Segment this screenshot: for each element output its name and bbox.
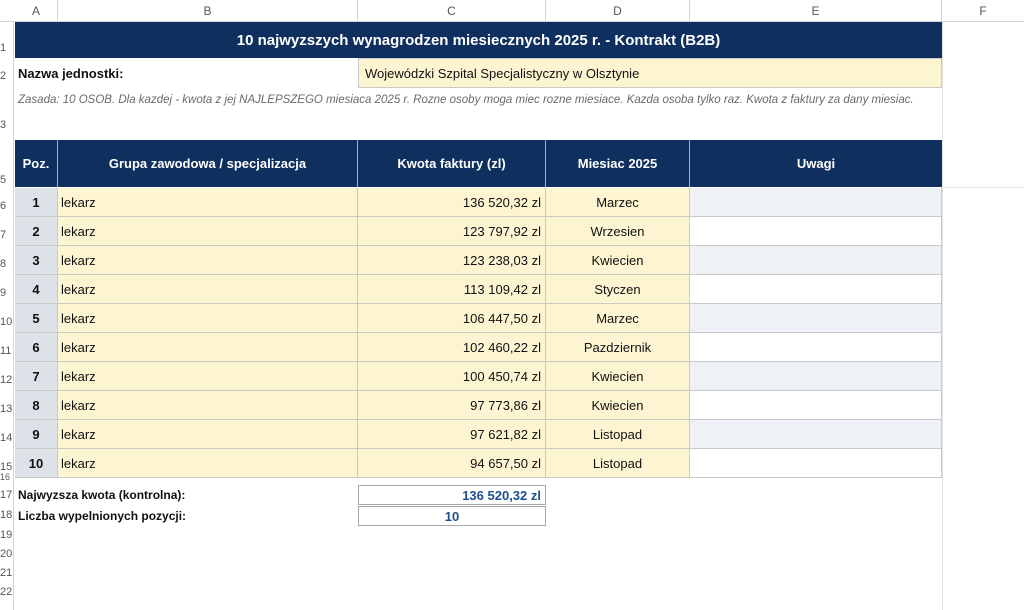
column-header-b[interactable]: B (58, 0, 358, 22)
column-header-c[interactable]: C (358, 0, 546, 22)
cell-group[interactable]: lekarz (58, 246, 358, 275)
rule-note[interactable]: Zasada: 10 OSOB. Dla kazdej - kwota z je… (15, 92, 942, 132)
cell-amount[interactable]: 113 109,42 zl (358, 275, 546, 304)
cell-notes[interactable] (690, 304, 942, 333)
cell-poz[interactable]: 10 (15, 449, 58, 478)
cell-month[interactable]: Pazdziernik (546, 333, 690, 362)
cell-month[interactable]: Marzec (546, 188, 690, 217)
gridline (942, 187, 1024, 188)
cell-notes[interactable] (690, 275, 942, 304)
row-header[interactable]: 14 (0, 428, 14, 448)
row-header[interactable]: 11 (0, 341, 14, 361)
row-header[interactable]: 12 (0, 370, 14, 390)
cell-group[interactable]: lekarz (58, 333, 358, 362)
cell-amount[interactable]: 136 520,32 zl (358, 188, 546, 217)
cell-group[interactable]: lekarz (58, 391, 358, 420)
cell-month[interactable]: Marzec (546, 304, 690, 333)
cell-poz[interactable]: 7 (15, 362, 58, 391)
cell-notes[interactable] (690, 246, 942, 275)
cell-amount[interactable]: 106 447,50 zl (358, 304, 546, 333)
cell-notes[interactable] (690, 449, 942, 478)
cell-month[interactable]: Listopad (546, 449, 690, 478)
max-amount-label[interactable]: Najwyzsza kwota (kontrolna): (15, 485, 358, 505)
cell-notes[interactable] (690, 420, 942, 449)
cell-month[interactable]: Styczen (546, 275, 690, 304)
row-header[interactable]: 20 (0, 546, 14, 562)
column-header-e[interactable]: E (690, 0, 942, 22)
row-header[interactable]: 9 (0, 283, 14, 303)
cell-notes[interactable] (690, 333, 942, 362)
cell-poz[interactable]: 3 (15, 246, 58, 275)
cell-poz[interactable]: 8 (15, 391, 58, 420)
header-poz[interactable]: Poz. (15, 140, 58, 187)
cell-group[interactable]: lekarz (58, 362, 358, 391)
row-header[interactable]: 1 (0, 38, 14, 58)
cell-amount[interactable]: 97 773,86 zl (358, 391, 546, 420)
column-header-f[interactable]: F (942, 0, 1024, 22)
cell-notes[interactable] (690, 391, 942, 420)
unit-name-cell[interactable]: Wojewódzki Szpital Specjalistyczny w Ols… (358, 58, 942, 88)
header-group[interactable]: Grupa zawodowa / specjalizacja (58, 140, 358, 187)
row-header[interactable]: 21 (0, 565, 14, 581)
row-header[interactable]: 19 (0, 527, 14, 543)
row-header[interactable]: 22 (0, 584, 14, 600)
column-header-d[interactable]: D (546, 0, 690, 22)
cell-poz[interactable]: 5 (15, 304, 58, 333)
cell-month[interactable]: Listopad (546, 420, 690, 449)
row-header[interactable]: 8 (0, 254, 14, 274)
sheet-title[interactable]: 10 najwyzszych wynagrodzen miesiecznych … (15, 22, 942, 58)
row-header[interactable]: 17 (0, 487, 14, 503)
cell-amount[interactable]: 123 797,92 zl (358, 217, 546, 246)
cell-poz[interactable]: 2 (15, 217, 58, 246)
unit-name-label[interactable]: Nazwa jednostki: (15, 58, 358, 88)
cell-notes[interactable] (690, 188, 942, 217)
cell-poz[interactable]: 4 (15, 275, 58, 304)
cell-month[interactable]: Kwiecien (546, 246, 690, 275)
header-amount[interactable]: Kwota faktury (zl) (358, 140, 546, 187)
cell-notes[interactable] (690, 217, 942, 246)
row-header[interactable]: 2 (0, 66, 14, 86)
cell-poz[interactable]: 9 (15, 420, 58, 449)
cell-poz[interactable]: 1 (15, 188, 58, 217)
cell-month[interactable]: Kwiecien (546, 391, 690, 420)
row-header[interactable]: 3 (0, 115, 14, 135)
row-header[interactable]: 7 (0, 225, 14, 245)
row-header[interactable]: 5 (0, 170, 14, 190)
cell-amount[interactable]: 100 450,74 zl (358, 362, 546, 391)
header-month[interactable]: Miesiac 2025 (546, 140, 690, 187)
cell-group[interactable]: lekarz (58, 304, 358, 333)
cell-poz[interactable]: 6 (15, 333, 58, 362)
cell-group[interactable]: lekarz (58, 275, 358, 304)
cell-month[interactable]: Wrzesien (546, 217, 690, 246)
row-header[interactable]: 10 (0, 312, 14, 332)
row-header[interactable]: 6 (0, 196, 14, 216)
cell-amount[interactable]: 97 621,82 zl (358, 420, 546, 449)
row-header[interactable]: 18 (0, 507, 14, 523)
cell-group[interactable]: lekarz (58, 188, 358, 217)
max-amount-value[interactable]: 136 520,32 zl (358, 485, 546, 505)
gridline (942, 22, 943, 610)
cell-notes[interactable] (690, 362, 942, 391)
filled-count-label[interactable]: Liczba wypelnionych pozycji: (15, 506, 358, 526)
cell-month[interactable]: Kwiecien (546, 362, 690, 391)
cell-group[interactable]: lekarz (58, 449, 358, 478)
cell-amount[interactable]: 94 657,50 zl (358, 449, 546, 478)
cell-group[interactable]: lekarz (58, 420, 358, 449)
row-header[interactable]: 13 (0, 399, 14, 419)
cell-amount[interactable]: 102 460,22 zl (358, 333, 546, 362)
cell-amount[interactable]: 123 238,03 zl (358, 246, 546, 275)
cell-group[interactable]: lekarz (58, 217, 358, 246)
header-notes[interactable]: Uwagi (690, 140, 942, 187)
filled-count-value[interactable]: 10 (358, 506, 546, 526)
column-header-a[interactable]: A (15, 0, 58, 22)
row-header[interactable]: 16 (0, 472, 14, 482)
